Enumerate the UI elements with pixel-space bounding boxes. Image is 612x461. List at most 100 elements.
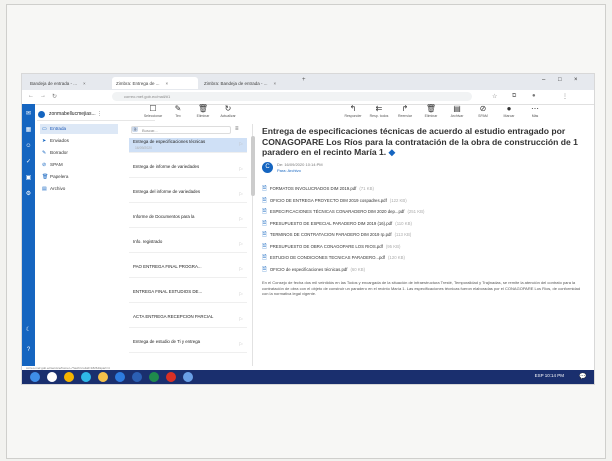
reload-icon[interactable]: ↻: [52, 93, 57, 100]
profile-icon[interactable]: ●: [532, 93, 536, 99]
folder-enviados[interactable]: ➤ Enviados: [40, 136, 118, 146]
list-item[interactable]: Entrega de informe de variedades ⚐: [129, 163, 247, 178]
excel-icon[interactable]: [149, 372, 159, 382]
flag-icon[interactable]: ⚐: [239, 192, 243, 198]
browser-tab-3[interactable]: Zimbra: Bandeja de entrada - ... ×: [200, 77, 296, 89]
forward-icon[interactable]: →: [40, 93, 46, 99]
file-icon: 🗎: [262, 266, 267, 273]
attachment-item[interactable]: 🗎 TERMINOS DE CONTRATACION PARADERO DIM 2…: [262, 230, 582, 242]
word-icon[interactable]: [132, 372, 142, 382]
attachment-item[interactable]: 🗎 ESTUDIO DE CONDICIONES TECNICAS PARADER…: [262, 253, 582, 265]
folder-papelera[interactable]: 🗑 Papelera: [40, 172, 118, 182]
toolbar-button-actualizar[interactable]: ↻ Actualizar: [215, 104, 241, 119]
flag-icon[interactable]: ⚐: [239, 267, 243, 273]
toolbar-button-eliminar[interactable]: 🗑 Eliminar: [418, 104, 444, 119]
menu-icon[interactable]: ⋮: [562, 93, 568, 100]
chrome-icon[interactable]: [64, 372, 74, 382]
toolbar-button-seleccionar[interactable]: ☐ Seleccionar: [140, 104, 166, 119]
search-input[interactable]: Buscar...: [131, 126, 231, 134]
list-item[interactable]: ACTA ENTREGA RECEPCION PARCIAL ⚐: [129, 313, 247, 328]
folder-icon[interactable]: [98, 372, 108, 382]
browser-tab-1[interactable]: Bandeja de entrada - ... ×: [26, 77, 110, 89]
mail-icon[interactable]: ✉: [24, 110, 33, 119]
attachment-item[interactable]: 🗎 PRESUPUESTO DE OBRA CONAGOPARE LOS RIOS…: [262, 242, 582, 254]
toolbar-icon: ☐: [149, 104, 157, 113]
attachment-item[interactable]: 🗎 PRESUPUESTO DE ESPECIAL PARADERO DIM 20…: [262, 219, 582, 231]
list-item[interactable]: ENTREGA FINAL ESTUDIOS DE... ⚐: [129, 288, 247, 303]
folder-spam[interactable]: ⊘ SPAM: [40, 160, 118, 170]
contacts-icon[interactable]: ☺: [24, 142, 33, 151]
flag-icon[interactable]: ⚐: [239, 142, 243, 148]
extensions-icon[interactable]: ⧉: [512, 93, 516, 100]
inbox-icon: ▭: [42, 126, 47, 132]
flag-icon[interactable]: ⚐: [239, 167, 243, 173]
attachment-item[interactable]: 🗎 OFICIO de especificaciones técnicas.pdf…: [262, 265, 582, 277]
bookmark-icon[interactable]: ☆: [492, 93, 497, 100]
toolbar-icon: ⊘: [479, 104, 487, 113]
flag-icon[interactable]: ⚐: [239, 317, 243, 323]
list-item[interactable]: Entrega del informe de variedades ⚐: [129, 188, 247, 203]
new-tab-button[interactable]: +: [302, 77, 306, 83]
toolbar-button-spam[interactable]: ⊘ SPAM: [470, 104, 496, 119]
flag-icon[interactable]: ⚐: [239, 217, 243, 223]
toolbar-button-resp-todos[interactable]: ⇇ Resp. todos: [366, 104, 392, 119]
toolbar-button-eliminar[interactable]: 🗑 Eliminar: [190, 104, 216, 119]
list-item[interactable]: PAO ENTREGA FINAL PROGRA... ⚐: [129, 263, 247, 278]
folder-label: Archivo: [50, 186, 66, 191]
flag-icon[interactable]: ⚐: [239, 242, 243, 248]
list-item[interactable]: Entrega de estudio de Ti y entrega ⚐: [129, 338, 247, 353]
flag-icon[interactable]: ⚐: [239, 342, 243, 348]
scrollbar[interactable]: [251, 136, 255, 196]
attachment-list: 🗎 FORMATOS INVOLUCRADOS DIM 2019.pdf (71 K…: [262, 184, 582, 276]
close-icon[interactable]: ×: [274, 81, 277, 86]
toolbar-button-tex[interactable]: ✎ Tex: [165, 104, 191, 119]
recipient-line[interactable]: Para: Archivo: [277, 168, 301, 173]
settings-icon[interactable]: ⚙: [24, 190, 33, 199]
close-icon[interactable]: ×: [83, 81, 86, 86]
toolbar-icon: ↰: [349, 104, 357, 113]
mail-icon[interactable]: [115, 372, 125, 382]
back-icon[interactable]: ←: [28, 93, 34, 99]
list-item[interactable]: Info. registrado ⚐: [129, 238, 247, 253]
attachment-item[interactable]: 🗎 OFICIO DE ENTREGA PROYECTO DIM 2019 cos…: [262, 196, 582, 208]
calendar-icon[interactable]: ▦: [24, 126, 33, 135]
windows-icon[interactable]: [30, 372, 40, 382]
toolbar-button-archivar[interactable]: ▤ Archivar: [444, 104, 470, 119]
close-window-button[interactable]: ×: [574, 77, 578, 83]
tag-icon[interactable]: ◆: [389, 147, 396, 157]
scan-background: Bandeja de entrada - ... × Zimbra: Entreg…: [0, 0, 612, 461]
app-icon[interactable]: [183, 372, 193, 382]
list-item[interactable]: Informe de Documentos para la ⚐: [129, 213, 247, 228]
screenshot: Bandeja de entrada - ... × Zimbra: Entreg…: [22, 74, 594, 384]
folder-entrada[interactable]: ▭ Entrada 1: [40, 124, 138, 134]
browser-tab-bar: Bandeja de entrada - ... × Zimbra: Entreg…: [22, 74, 594, 90]
maximize-button[interactable]: □: [558, 77, 562, 83]
flag-icon[interactable]: ⚐: [239, 292, 243, 298]
moon-icon[interactable]: ☾: [24, 326, 33, 335]
toolbar-button-marcar[interactable]: ● Marcar: [496, 104, 522, 119]
browser-tab-2[interactable]: Zimbra: Entrega de ... ×: [112, 77, 198, 89]
toolbar-icon: ⇇: [375, 104, 383, 113]
minimize-button[interactable]: –: [542, 77, 545, 83]
briefcase-icon[interactable]: ▣: [24, 174, 33, 183]
help-icon[interactable]: ?: [24, 346, 33, 355]
pdf-icon[interactable]: [166, 372, 176, 382]
folder-borrador[interactable]: ✎ Borrador: [40, 148, 118, 158]
toolbar-button-reenviar[interactable]: ↱ Reenviar: [392, 104, 418, 119]
toolbar-label: Más: [531, 114, 539, 118]
edge-icon[interactable]: [81, 372, 91, 382]
search-icon[interactable]: [47, 372, 57, 382]
close-icon[interactable]: ×: [166, 81, 169, 86]
folder-archivo[interactable]: ▤ Archivo: [40, 184, 118, 194]
toolbar-button-responder[interactable]: ↰ Responder: [340, 104, 366, 119]
toolbar-button-m-s[interactable]: ⋯ Más: [522, 104, 548, 119]
url-field[interactable]: correo.mef.gob.ec/mail/#1: [112, 92, 472, 101]
file-icon: 🗎: [262, 220, 267, 227]
list-item[interactable]: Entrega de especificaciones técnicas 16/0…: [129, 138, 247, 153]
attachment-item[interactable]: 🗎 ESPECIFICACIONES TÉCNICAS CONARADERO DI…: [262, 207, 582, 219]
account-selector[interactable]: zonmabellucmejias... ⋮: [37, 107, 155, 121]
tasks-icon[interactable]: ✓: [24, 158, 33, 167]
attachment-item[interactable]: 🗎 FORMATOS INVOLUCRADOS DIM 2019.pdf (71 K…: [262, 184, 582, 196]
sort-icon[interactable]: ≡: [235, 126, 239, 132]
notification-icon[interactable]: 💬: [578, 372, 588, 382]
